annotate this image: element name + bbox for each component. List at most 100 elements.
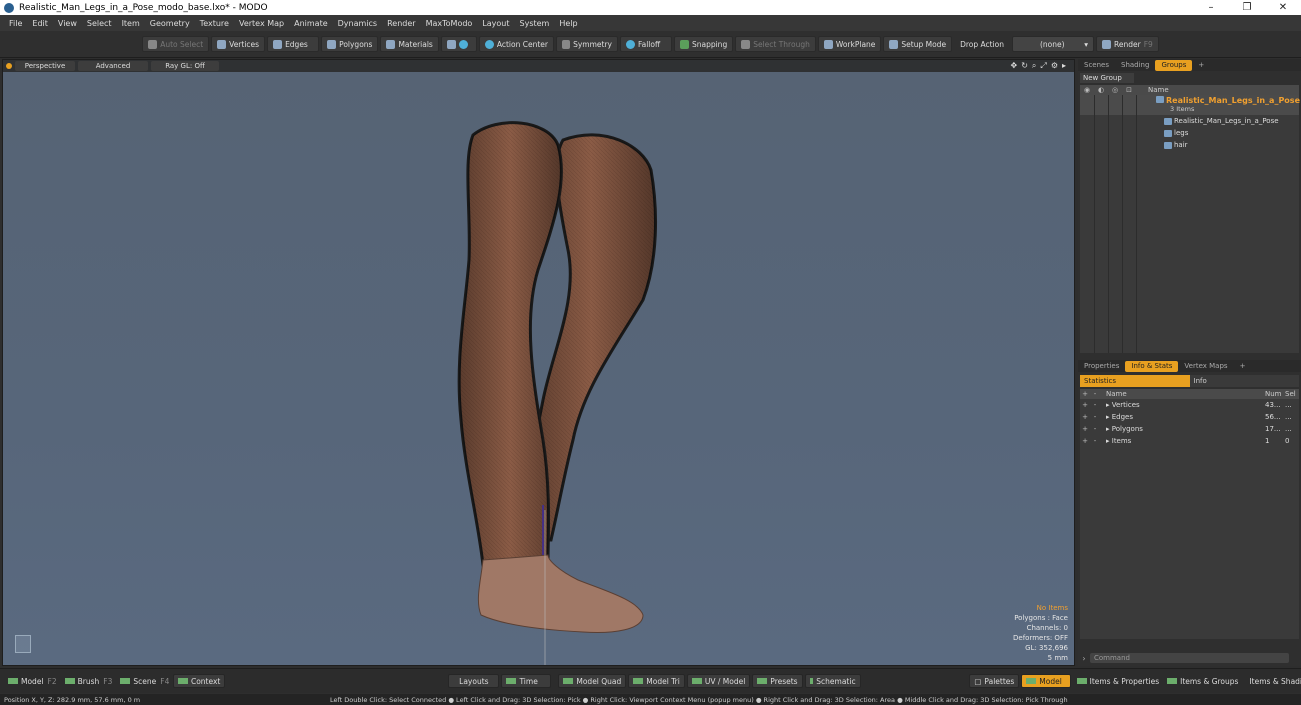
group-child-label: hair <box>1174 141 1188 149</box>
plus-icon[interactable]: + <box>1080 401 1090 409</box>
close-button[interactable]: ✕ <box>1265 2 1301 13</box>
tab-vertex-maps[interactable]: Vertex Maps <box>1178 361 1233 372</box>
new-group-button[interactable]: New Group <box>1080 73 1134 83</box>
auto-select-button[interactable]: Auto Select <box>142 36 210 52</box>
tab-statistics[interactable]: Statistics <box>1080 375 1190 387</box>
menu-file[interactable]: File <box>9 19 22 28</box>
render-button[interactable]: Render F9 <box>1095 36 1159 52</box>
select-toggle-icon[interactable]: ◎ <box>1108 86 1122 94</box>
group-root-name: Realistic_Man_Legs_in_a_Pose <box>1166 96 1300 105</box>
tab-info-stats[interactable]: Info & Stats <box>1125 360 1179 372</box>
lock-icon[interactable]: ⊡ <box>1122 86 1136 94</box>
menu-dynamics[interactable]: Dynamics <box>338 19 377 28</box>
add-tab-icon[interactable]: + <box>1234 361 1252 372</box>
scene-tab-icon <box>120 678 131 684</box>
command-input[interactable]: Command <box>1090 653 1289 663</box>
time-button[interactable]: Time <box>501 674 551 688</box>
menu-render[interactable]: Render <box>387 19 415 28</box>
table-row[interactable]: + - ▸ Vertices 43... ... <box>1080 399 1299 411</box>
menu-animate[interactable]: Animate <box>294 19 328 28</box>
minus-icon[interactable]: - <box>1090 401 1100 409</box>
model-tri-icon <box>633 678 644 684</box>
command-arrow-icon: › <box>1082 653 1086 663</box>
maximize-button[interactable]: ❐ <box>1229 2 1265 13</box>
presets-button[interactable]: Presets <box>752 674 803 688</box>
symmetry-button[interactable]: Symmetry <box>555 36 618 52</box>
polygons-button[interactable]: Polygons <box>321 36 379 52</box>
table-row[interactable]: + - ▸ Polygons 17... ... <box>1080 423 1299 435</box>
model-tri-button[interactable]: Model Tri <box>628 674 685 688</box>
plus-icon[interactable]: + <box>1080 425 1090 433</box>
materials-button[interactable]: Materials <box>380 36 439 52</box>
minus-icon[interactable]: - <box>1090 413 1100 421</box>
drop-action-select[interactable]: (none) ▾ <box>1011 36 1094 52</box>
component-toggle-button[interactable] <box>440 36 477 52</box>
3d-viewport[interactable]: Perspective Advanced Ray GL: Off ✥ ↻ ⌕ ⤢… <box>2 59 1075 666</box>
menu-vertex-map[interactable]: Vertex Map <box>239 19 284 28</box>
setup-mode-button[interactable]: Setup Mode <box>883 36 953 52</box>
statistics-header: + - Name Num Sel <box>1080 389 1299 399</box>
table-row[interactable]: + - ▸ Edges 56... ... <box>1080 411 1299 423</box>
model-tab[interactable]: Model F2 <box>4 674 61 688</box>
polygons-mode-text: Polygons : Face <box>1014 614 1068 622</box>
menu-layout[interactable]: Layout <box>482 19 509 28</box>
workplane-button[interactable]: WorkPlane <box>817 36 882 52</box>
gl-count-text: GL: 352,696 <box>1025 644 1068 652</box>
menu-item[interactable]: Item <box>122 19 140 28</box>
plus-icon[interactable]: + <box>1080 437 1090 445</box>
tab-scenes[interactable]: Scenes <box>1078 60 1115 71</box>
render-toggle-icon[interactable]: ◐ <box>1094 86 1108 94</box>
items-shading-tab[interactable]: Items & Shading <box>1242 674 1301 688</box>
palettes-button[interactable]: ▢ Palettes <box>969 674 1020 688</box>
tab-info[interactable]: Info <box>1189 375 1299 387</box>
title-bar: Realistic_Man_Legs_in_a_Pose_modo_base.l… <box>0 0 1301 15</box>
command-bar: › Command <box>1078 651 1301 665</box>
menu-edit[interactable]: Edit <box>32 19 48 28</box>
vertices-button[interactable]: Vertices <box>211 36 266 52</box>
select-through-button[interactable]: Select Through <box>735 36 816 52</box>
uv-model-button[interactable]: UV / Model <box>686 674 751 688</box>
plus-icon[interactable]: + <box>1080 413 1090 421</box>
menu-maxtomodo[interactable]: MaxToModo <box>426 19 473 28</box>
falloff-icon <box>625 39 635 49</box>
minus-icon[interactable]: - <box>1090 425 1100 433</box>
scene-tab[interactable]: Scene F4 <box>116 674 173 688</box>
model-quad-button[interactable]: Model Quad <box>558 674 627 688</box>
drop-action-label: Drop Action <box>960 39 1004 49</box>
tab-shading[interactable]: Shading <box>1115 60 1155 71</box>
menu-system[interactable]: System <box>520 19 550 28</box>
status-bar: Position X, Y, Z: 282.9 mm, 57.6 mm, 0 m… <box>0 694 1301 705</box>
items-properties-icon <box>1076 678 1087 684</box>
model-layout-button[interactable]: Model <box>1021 674 1071 688</box>
menu-geometry[interactable]: Geometry <box>150 19 190 28</box>
brush-tab[interactable]: Brush F3 <box>61 674 117 688</box>
menu-help[interactable]: Help <box>559 19 577 28</box>
groups-tabs: Scenes Shading Groups + <box>1078 59 1301 71</box>
menu-view[interactable]: View <box>58 19 77 28</box>
minimize-button[interactable]: – <box>1193 2 1229 13</box>
schematic-button[interactable]: Schematic <box>804 674 861 688</box>
symmetry-icon <box>561 39 571 49</box>
uv-model-icon <box>691 678 702 684</box>
edges-button[interactable]: Edges <box>267 36 320 52</box>
items-properties-tab[interactable]: Items & Properties <box>1073 674 1164 688</box>
table-row[interactable]: + - ▸ Items 1 0 <box>1080 435 1299 447</box>
eye-icon[interactable]: ◉ <box>1080 86 1094 94</box>
snapping-icon <box>679 39 689 49</box>
modo-app-icon <box>4 2 14 13</box>
action-center-button[interactable]: Action Center <box>478 36 554 52</box>
falloff-button[interactable]: Falloff <box>619 36 672 52</box>
grid-scale-text: 5 mm <box>1047 654 1068 662</box>
layouts-button[interactable]: Layouts <box>448 674 500 688</box>
context-button[interactable]: Context <box>173 674 226 688</box>
minus-icon[interactable]: - <box>1090 437 1100 445</box>
tab-properties[interactable]: Properties <box>1078 361 1125 372</box>
snapping-button[interactable]: Snapping <box>673 36 734 52</box>
items-groups-tab[interactable]: Items & Groups <box>1163 674 1242 688</box>
group-item-count: 3 Items <box>1170 105 1195 113</box>
info-stats-panel: Properties Info & Stats Vertex Maps + St… <box>1078 360 1301 655</box>
tab-groups[interactable]: Groups <box>1155 59 1193 71</box>
menu-select[interactable]: Select <box>87 19 112 28</box>
menu-texture[interactable]: Texture <box>200 19 229 28</box>
add-tab-icon[interactable]: + <box>1192 60 1210 71</box>
